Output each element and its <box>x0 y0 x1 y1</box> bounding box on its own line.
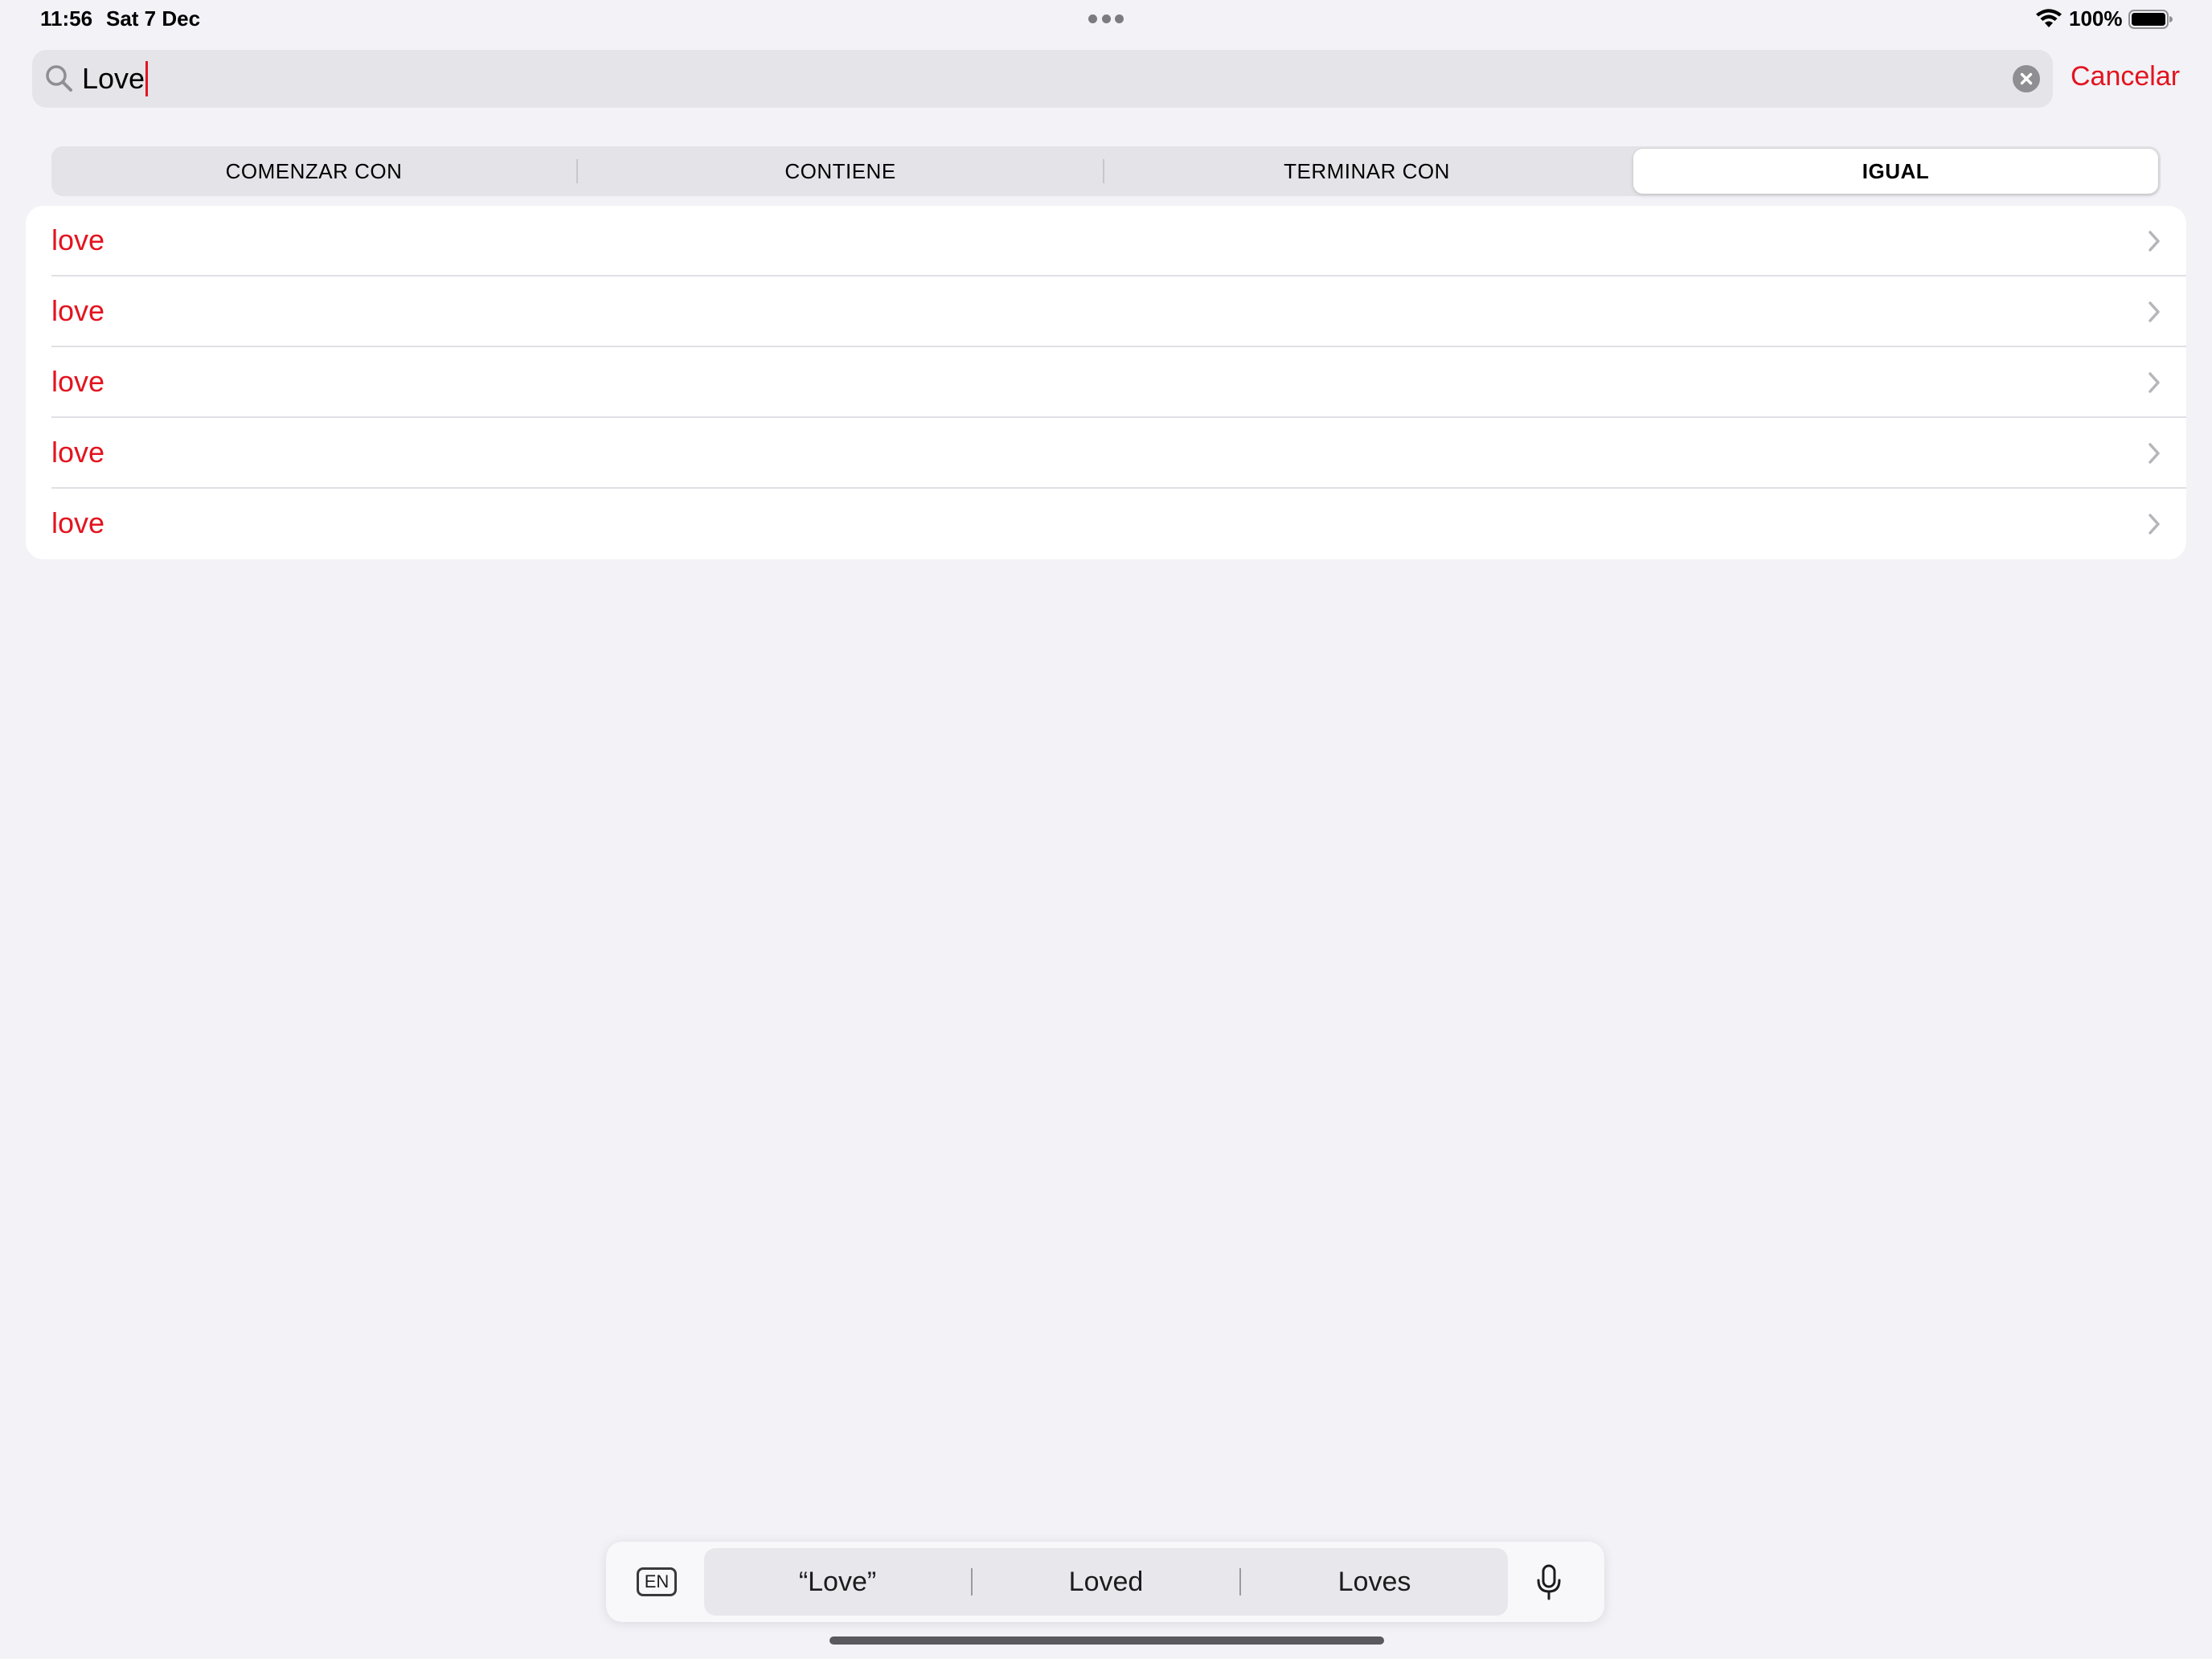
prediction-suggestion[interactable]: Loved <box>973 1567 1239 1598</box>
prediction-suggestions: “Love” Loved Loves <box>704 1548 1508 1616</box>
segment-igual[interactable]: IGUAL <box>1633 149 2158 194</box>
list-item[interactable]: love <box>26 276 2186 347</box>
list-item[interactable]: love <box>26 347 2186 418</box>
search-input-value: Love <box>82 62 145 95</box>
list-item[interactable]: love <box>26 489 2186 559</box>
search-icon <box>46 65 72 92</box>
text-caret <box>145 61 149 96</box>
status-time: 11:56 <box>40 6 93 31</box>
status-date: Sat 7 Dec <box>106 6 201 31</box>
segment-contiene[interactable]: CONTIENE <box>578 146 1103 196</box>
list-item-label: love <box>51 506 105 539</box>
list-item[interactable]: love <box>26 206 2186 276</box>
microphone-icon[interactable] <box>1535 1564 1563 1601</box>
clear-icon[interactable] <box>2013 65 2040 92</box>
list-item-label: love <box>51 223 105 256</box>
status-bar: 11:56 Sat 7 Dec 100% <box>0 0 2212 39</box>
cancel-button[interactable]: Cancelar <box>2071 61 2180 92</box>
keyboard-predictive-bar: EN “Love” Loved Loves <box>606 1542 1604 1622</box>
battery-percent: 100% <box>2069 6 2123 31</box>
results-list: love love love love love <box>26 206 2186 559</box>
list-item-label: love <box>51 365 105 398</box>
chevron-right-icon <box>2149 372 2160 393</box>
prediction-suggestion[interactable]: Loves <box>1241 1567 1508 1598</box>
list-item-label: love <box>51 436 105 469</box>
chevron-right-icon <box>2149 514 2160 535</box>
prediction-suggestion[interactable]: “Love” <box>704 1567 971 1598</box>
list-item[interactable]: love <box>26 418 2186 489</box>
battery-icon <box>2128 10 2173 29</box>
chevron-right-icon <box>2149 301 2160 322</box>
search-field[interactable]: Love <box>32 50 2053 108</box>
chevron-right-icon <box>2149 231 2160 252</box>
search-mode-segmented-control: COMENZAR CON CONTIENE TERMINAR CON IGUAL <box>51 146 2161 196</box>
segment-divider <box>1629 159 1631 183</box>
wifi-icon <box>2036 9 2062 27</box>
list-item-label: love <box>51 294 105 327</box>
home-indicator[interactable] <box>830 1636 1384 1645</box>
chevron-right-icon <box>2149 443 2160 464</box>
search-input[interactable]: Love <box>82 56 1931 101</box>
segment-terminar-con[interactable]: TERMINAR CON <box>1104 146 1629 196</box>
segment-comenzar-con[interactable]: COMENZAR CON <box>51 146 576 196</box>
multitasking-dots-icon[interactable] <box>1088 14 1124 24</box>
language-switch-button[interactable]: EN <box>637 1567 677 1596</box>
